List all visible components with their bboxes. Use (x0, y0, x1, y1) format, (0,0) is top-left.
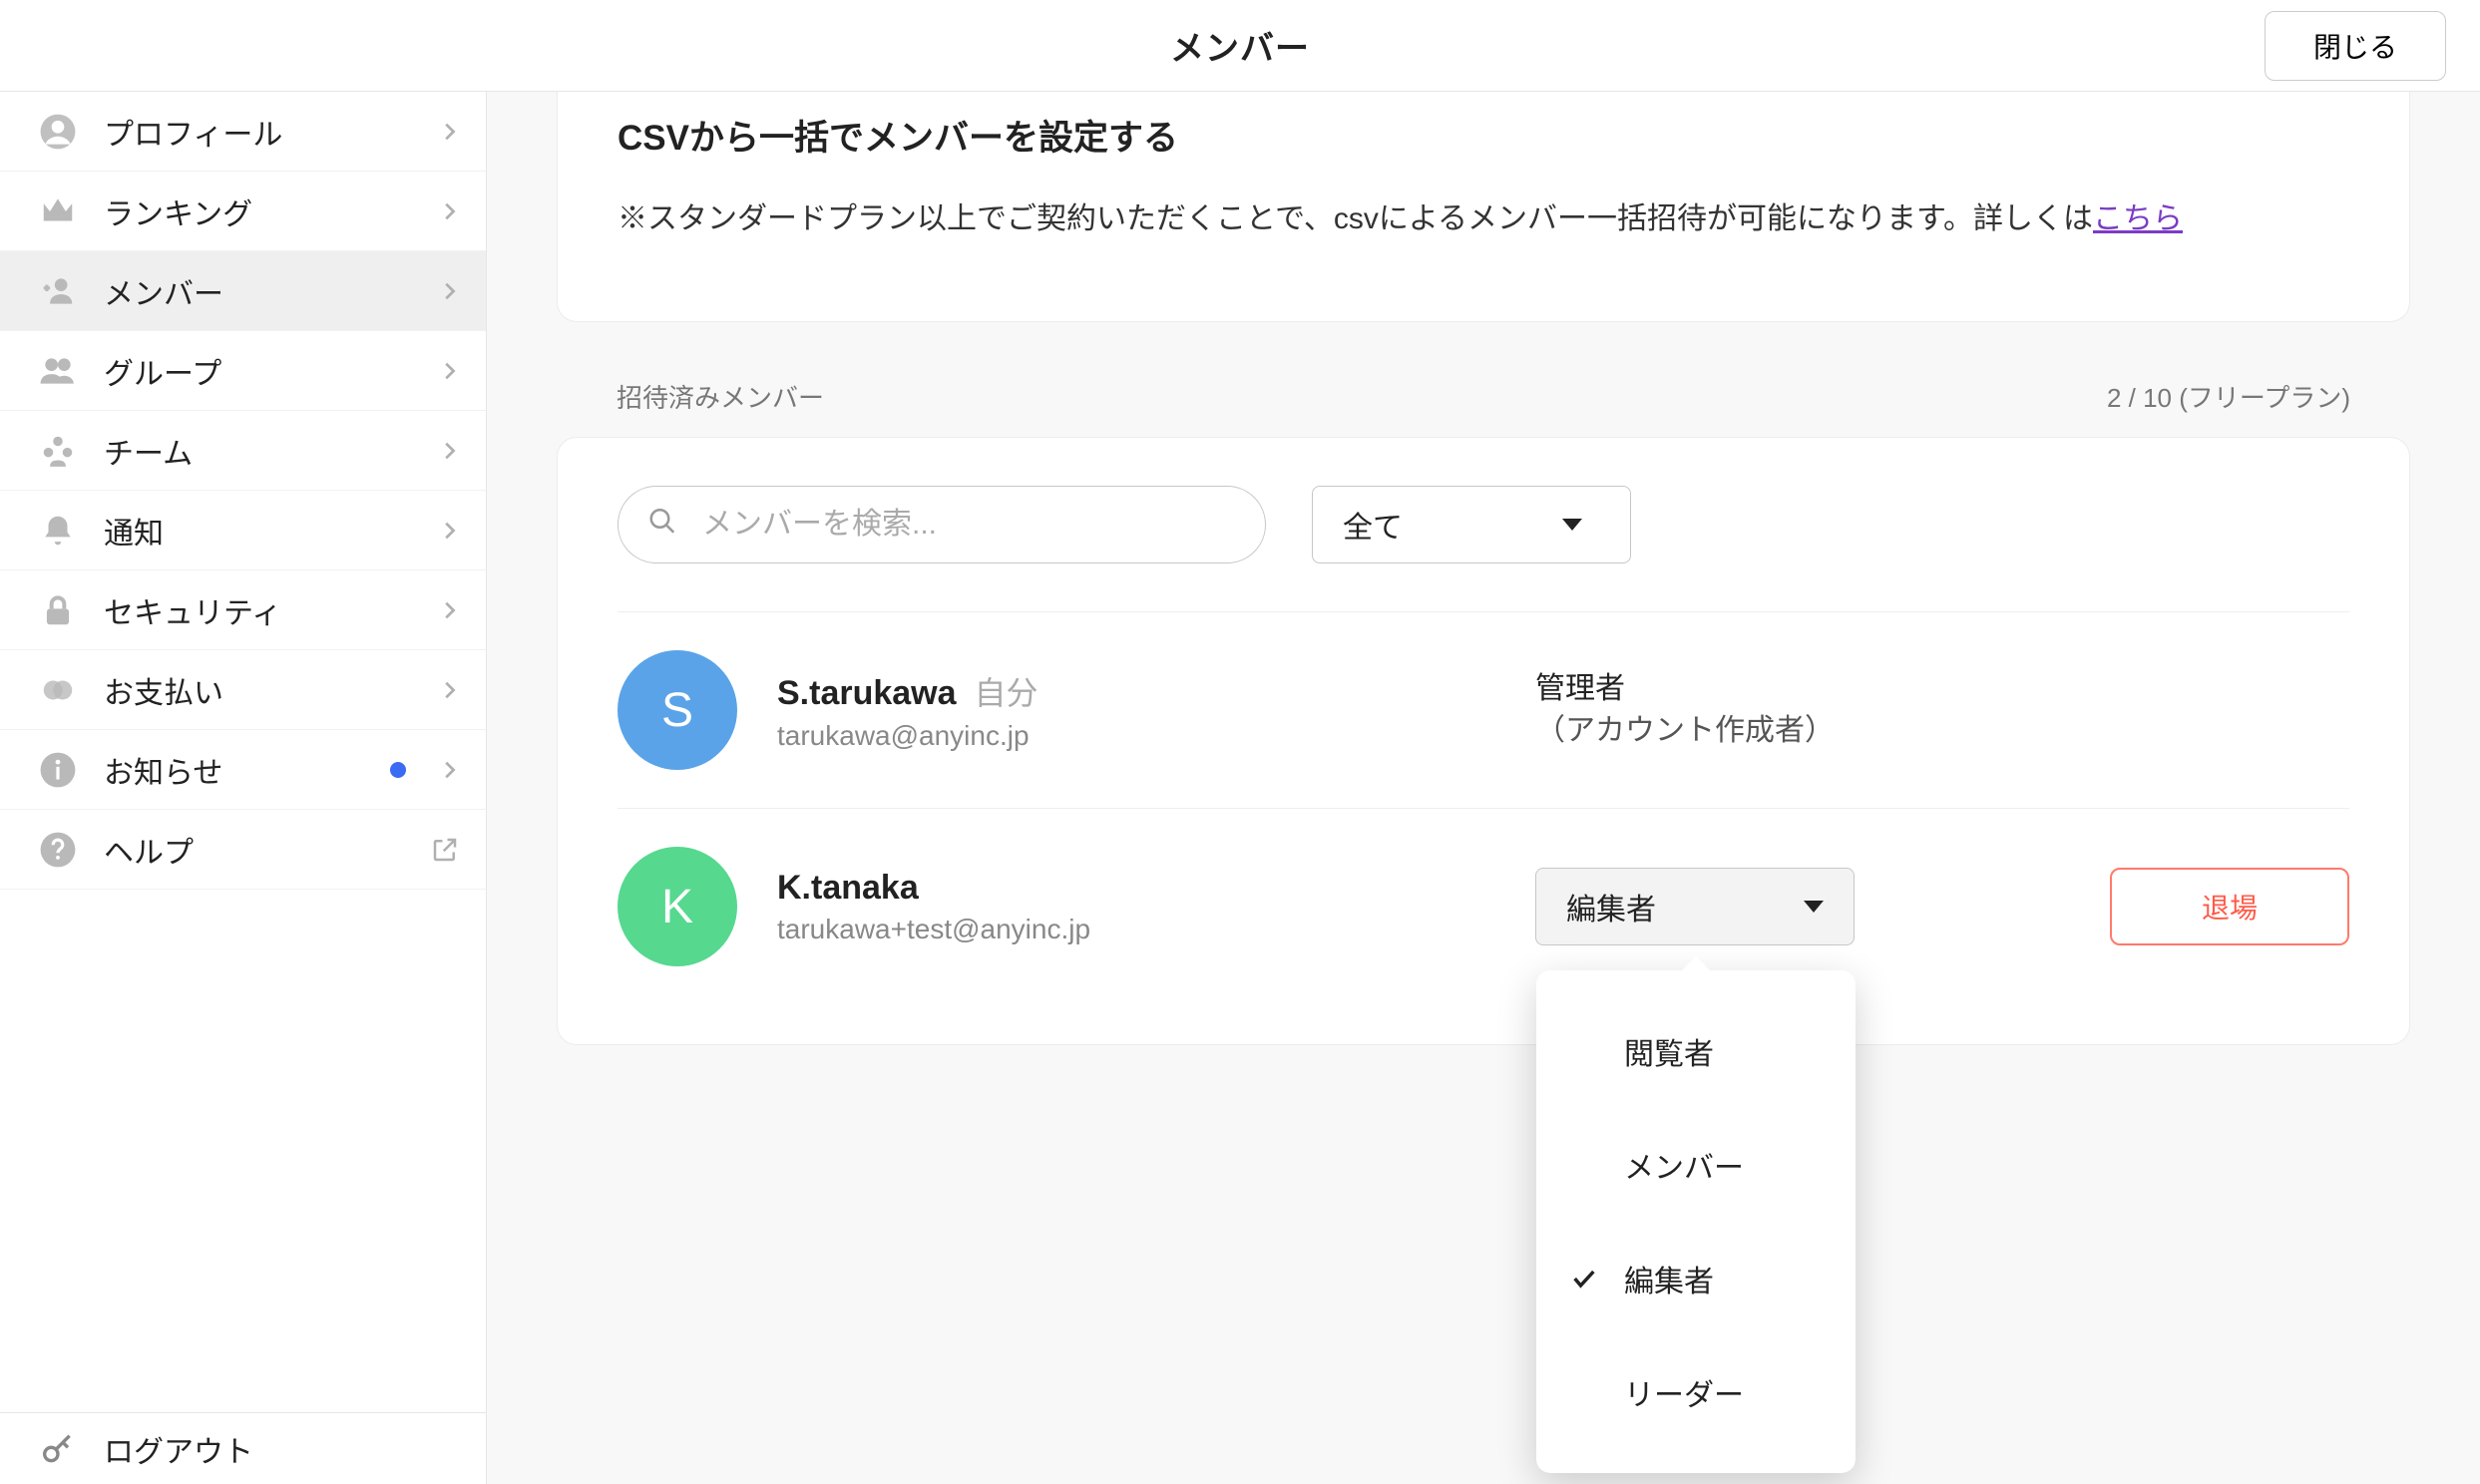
sidebar-item-label: ヘルプ (104, 828, 406, 872)
member-email: tarukawa+test@anyinc.jp (777, 914, 1535, 945)
sidebar-item-label: セキュリティ (104, 588, 414, 632)
search-icon (647, 507, 677, 544)
crown-icon (36, 189, 80, 233)
logout-button[interactable]: ログアウト (0, 1412, 486, 1484)
sidebar-item-label: ランキング (104, 189, 414, 233)
csv-card-description: ※スタンダードプラン以上でご契約いただくことで、csvによるメンバー一括招待が可… (618, 196, 2349, 241)
key-icon (36, 1427, 80, 1471)
sidebar-item-security[interactable]: セキュリティ (0, 570, 486, 650)
role-dropdown: 閲覧者メンバー編集者リーダー (1536, 970, 1856, 1473)
member-row: S S.tarukawa 自分 tarukawa@anyinc.jp管理者（アカウン… (618, 611, 2349, 808)
close-button-label: 閉じる (2313, 26, 2397, 66)
add-user-icon (36, 269, 80, 313)
members-card: 全て S S.tarukawa 自分 tarukawa@anyinc.jp管理者（ア… (557, 437, 2410, 1045)
sidebar-item-ranking[interactable]: ランキング (0, 172, 486, 251)
page-title: メンバー (1170, 21, 1310, 70)
chevron-right-icon (438, 434, 460, 468)
avatar: S (618, 650, 737, 770)
team-icon (36, 429, 80, 473)
notification-dot (390, 762, 406, 778)
member-name: K.tanaka (777, 869, 1535, 908)
role-sublabel: （アカウント作成者） (1535, 710, 1855, 752)
leave-button[interactable]: 退場 (2110, 868, 2349, 945)
main-scroll[interactable]: CSVから一括でメンバーを設定する ※スタンダードプラン以上でご契約いただくこと… (487, 92, 2480, 1484)
role-select-value: 編集者 (1566, 885, 1656, 928)
sidebar-item-label: お支払い (104, 668, 414, 712)
sidebar-item-notify[interactable]: 通知 (0, 491, 486, 570)
role-option-label: メンバー (1624, 1143, 1744, 1187)
csv-card-title: CSVから一括でメンバーを設定する (618, 110, 2349, 161)
caret-down-icon (1804, 901, 1824, 913)
role-option[interactable]: メンバー (1536, 1108, 1856, 1222)
sidebar: プロフィールランキングメンバーグループチーム通知セキュリティお支払いお知らせヘル… (0, 92, 487, 1484)
filter-select-value: 全て (1343, 503, 1403, 547)
check-icon (1570, 1265, 1604, 1293)
filter-select[interactable]: 全て (1312, 486, 1631, 563)
external-link-icon (430, 835, 460, 865)
sidebar-item-groups[interactable]: グループ (0, 331, 486, 411)
caret-down-icon (1562, 519, 1582, 531)
member-row: K K.tanaka tarukawa+test@anyinc.jp 編集者 退場 (618, 808, 2349, 1004)
role-select[interactable]: 編集者 (1535, 868, 1855, 945)
sidebar-item-label: 通知 (104, 509, 414, 553)
section-header: 招待済みメンバー 2 / 10 (フリープラン) (557, 378, 2410, 415)
chevron-right-icon (438, 274, 460, 308)
section-title: 招待済みメンバー (617, 378, 824, 415)
search-input[interactable] (618, 486, 1266, 563)
self-tag: 自分 (975, 668, 1038, 714)
role-option-label: 編集者 (1624, 1257, 1714, 1300)
chevron-right-icon (438, 194, 460, 228)
chevron-right-icon (438, 673, 460, 707)
chevron-right-icon (438, 354, 460, 388)
question-icon (36, 828, 80, 872)
info-icon (36, 748, 80, 792)
role-option[interactable]: 閲覧者 (1536, 994, 1856, 1108)
sidebar-item-profile[interactable]: プロフィール (0, 92, 486, 172)
logout-label: ログアウト (104, 1427, 253, 1471)
chevron-right-icon (438, 593, 460, 627)
users-icon (36, 349, 80, 393)
main-content: CSVから一括でメンバーを設定する ※スタンダードプラン以上でご契約いただくこと… (487, 92, 2480, 1484)
csv-card: CSVから一括でメンバーを設定する ※スタンダードプラン以上でご契約いただくこと… (557, 92, 2410, 322)
header: メンバー 閉じる (0, 0, 2480, 92)
member-name: S.tarukawa 自分 (777, 668, 1535, 714)
user-circle-icon (36, 110, 80, 154)
sidebar-item-members[interactable]: メンバー (0, 251, 486, 331)
chevron-right-icon (438, 115, 460, 149)
sidebar-item-news[interactable]: お知らせ (0, 730, 486, 810)
role-label: 管理者 (1535, 668, 1855, 710)
sidebar-item-billing[interactable]: お支払い (0, 650, 486, 730)
avatar: K (618, 847, 737, 966)
role-option-label: リーダー (1624, 1370, 1744, 1414)
sidebar-item-label: お知らせ (104, 748, 366, 792)
sidebar-item-label: プロフィール (104, 110, 414, 154)
sidebar-item-label: メンバー (104, 269, 414, 313)
credit-icon (36, 668, 80, 712)
role-option-label: 閲覧者 (1624, 1029, 1714, 1073)
close-button[interactable]: 閉じる (2265, 11, 2446, 81)
chevron-right-icon (438, 753, 460, 787)
csv-detail-link[interactable]: こちら (2093, 202, 2183, 235)
role-option[interactable]: 編集者 (1536, 1222, 1856, 1335)
section-count: 2 / 10 (フリープラン) (2107, 378, 2350, 415)
bell-icon (36, 509, 80, 553)
role-option[interactable]: リーダー (1536, 1335, 1856, 1449)
lock-icon (36, 588, 80, 632)
sidebar-item-label: グループ (104, 349, 414, 393)
sidebar-item-teams[interactable]: チーム (0, 411, 486, 491)
sidebar-item-help[interactable]: ヘルプ (0, 810, 486, 890)
chevron-right-icon (438, 514, 460, 548)
sidebar-item-label: チーム (104, 429, 414, 473)
member-email: tarukawa@anyinc.jp (777, 720, 1535, 752)
